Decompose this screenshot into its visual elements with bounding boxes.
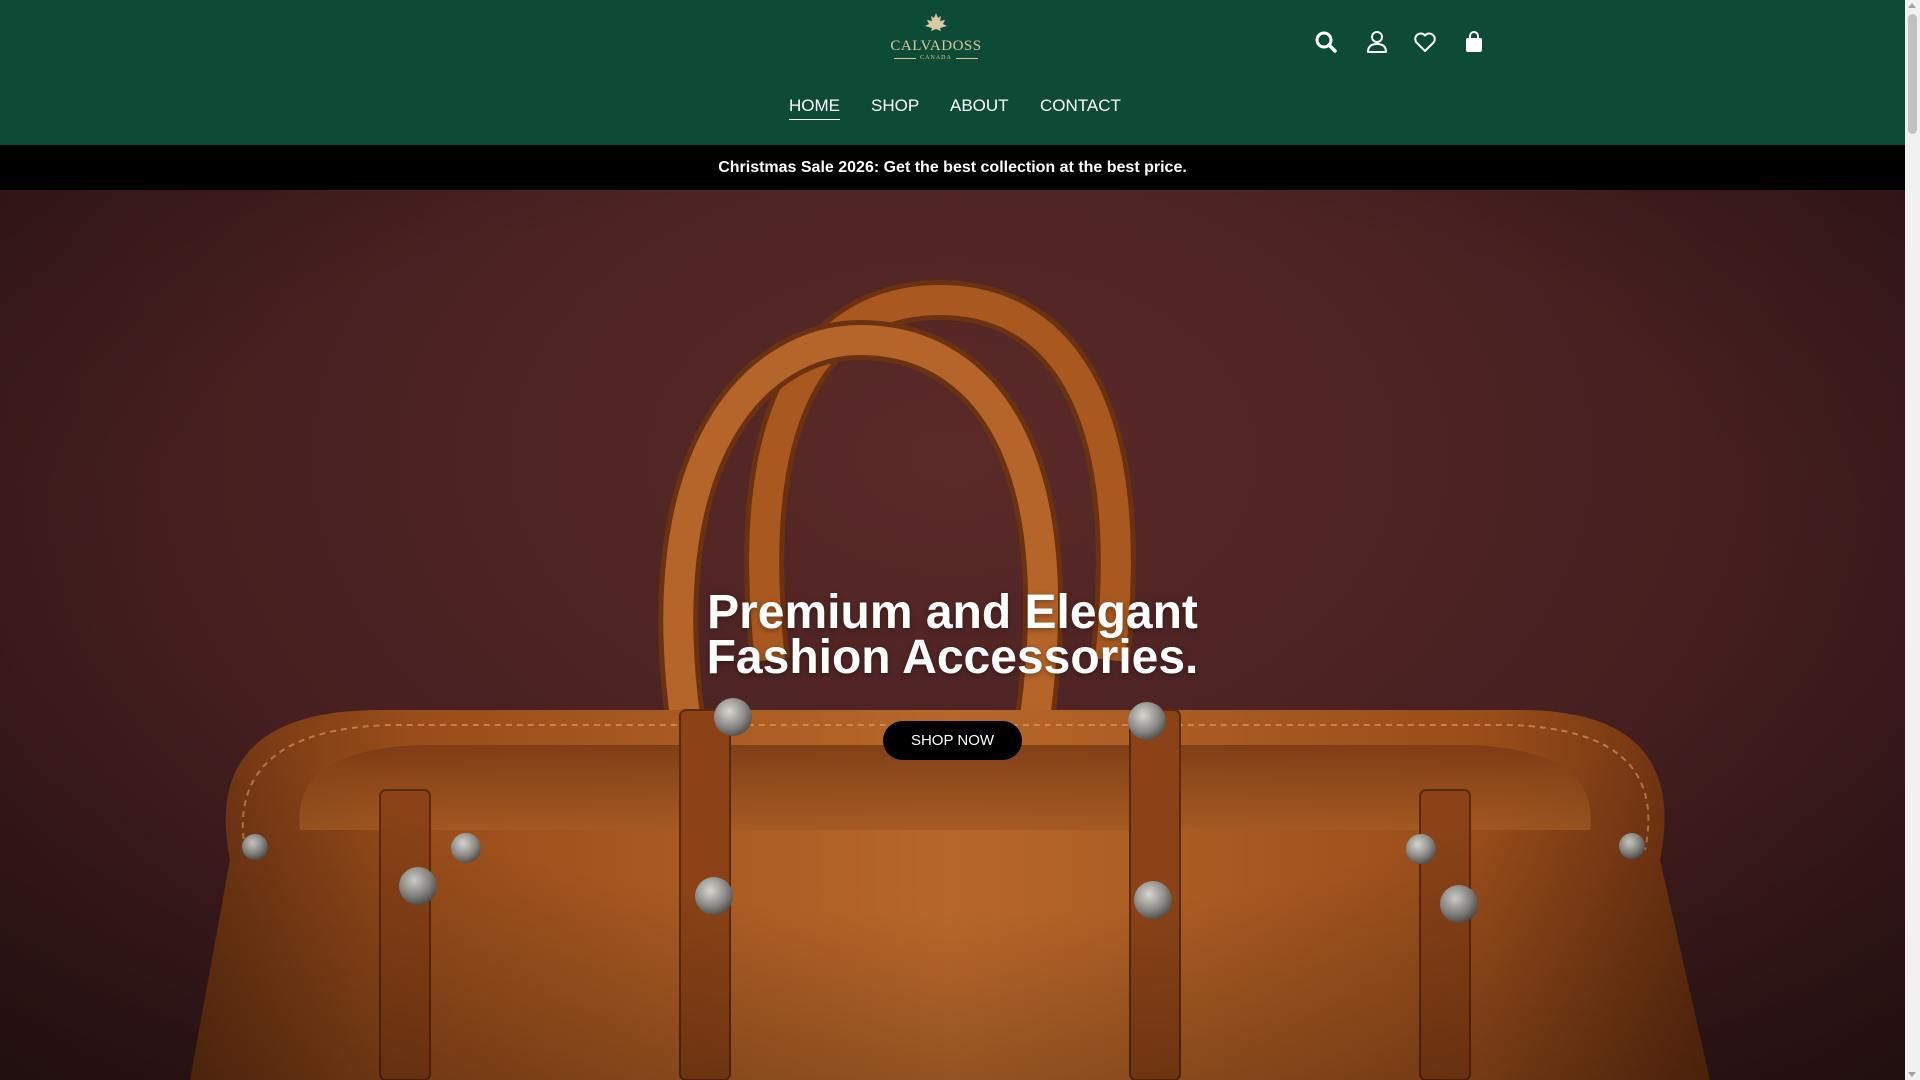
scroll-up-arrow-icon[interactable]	[1908, 3, 1916, 8]
maple-leaf-icon	[925, 13, 947, 35]
hero-title: Premium and Elegant Fashion Accessories.	[0, 589, 1905, 682]
hero-banner: Premium and Elegant Fashion Accessories.…	[0, 190, 1905, 1080]
header-actions	[1300, 26, 1500, 58]
nav-shop[interactable]: SHOP	[871, 94, 919, 118]
site-header: CALVADOSS CANADA HOME SHOP ABOUT CONTACT	[0, 0, 1905, 145]
brand-subtitle-text: CANADA	[920, 55, 952, 61]
brand-logo[interactable]: CALVADOSS CANADA	[880, 12, 992, 68]
main-navigation: HOME SHOP ABOUT CONTACT	[0, 94, 1905, 124]
announcement-bar: Christmas Sale 2026: Get the best collec…	[0, 145, 1905, 190]
hero-title-line-2: Fashion Accessories.	[706, 631, 1199, 684]
scroll-down-arrow-icon[interactable]	[1908, 1072, 1916, 1077]
shop-now-button[interactable]: SHOP NOW	[883, 721, 1022, 760]
nav-contact[interactable]: CONTACT	[1040, 94, 1121, 118]
search-icon[interactable]	[1310, 26, 1342, 58]
brand-name: CALVADOSS	[890, 38, 982, 54]
heart-icon[interactable]	[1409, 26, 1441, 58]
announcement-text: Christmas Sale 2026: Get the best collec…	[718, 158, 1187, 176]
page-scrollbar[interactable]	[1905, 0, 1920, 1080]
brand-subtitle: CANADA	[894, 55, 978, 62]
user-icon[interactable]	[1361, 26, 1393, 58]
nav-home[interactable]: HOME	[789, 94, 840, 120]
shopping-bag-icon[interactable]	[1458, 26, 1490, 58]
nav-about[interactable]: ABOUT	[950, 94, 1009, 118]
scrollbar-thumb[interactable]	[1908, 14, 1917, 134]
